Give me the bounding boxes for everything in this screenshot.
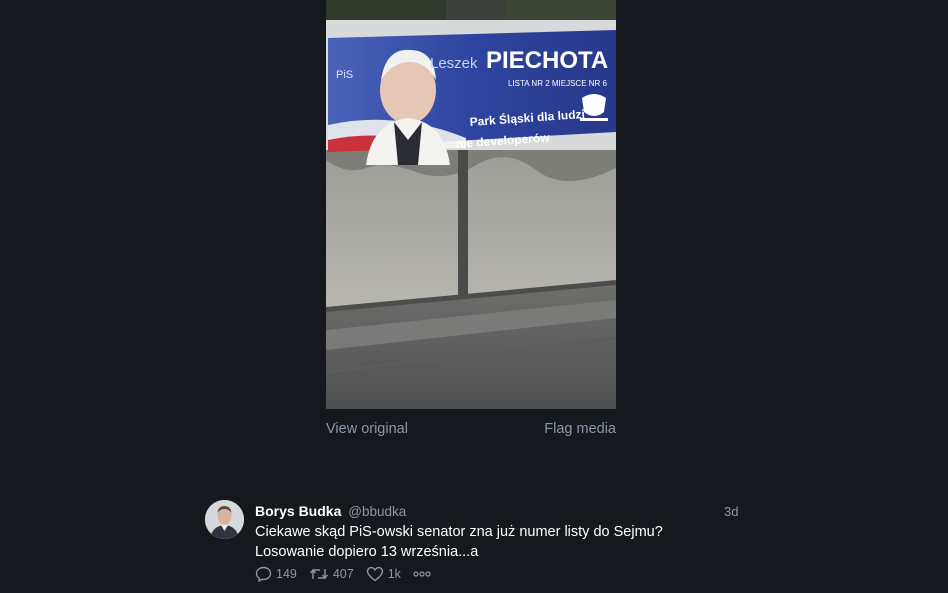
avatar[interactable]: [205, 500, 244, 539]
like-count: 1k: [387, 567, 401, 581]
tweet-timestamp[interactable]: 3d: [724, 504, 738, 519]
user-handle[interactable]: @bbudka: [348, 504, 406, 519]
reply-icon: [255, 566, 272, 582]
media-actions: View original Flag media: [326, 421, 616, 441]
tweet-header: Borys Budka @bbudka: [255, 503, 406, 519]
reply-button[interactable]: 149: [255, 566, 297, 582]
tweet-text-line-1: Ciekawe skąd PiS-owski senator zna już n…: [255, 524, 663, 540]
tweet-photo[interactable]: PiS Leszek PIECHOTA LISTA NR 2 MIEJSCE N…: [326, 0, 616, 409]
tweet-text-line-2: Losowanie dopiero 13 września...a: [255, 544, 479, 560]
view-original-link[interactable]: View original: [326, 421, 408, 437]
retweet-button[interactable]: 407: [309, 566, 354, 582]
campaign-billboard-photo: PiS Leszek PIECHOTA LISTA NR 2 MIEJSCE N…: [326, 0, 616, 409]
reply-count: 149: [276, 567, 297, 581]
more-dots-icon: [413, 571, 431, 577]
retweet-icon: [309, 569, 328, 579]
more-button[interactable]: [413, 570, 431, 578]
tweet-actions: 149 407 1k: [255, 564, 431, 584]
display-name[interactable]: Borys Budka: [255, 503, 341, 519]
billboard-list-line: LISTA NR 2 MIEJSCE NR 6: [508, 79, 608, 88]
billboard-party-text: PiS: [336, 69, 353, 81]
tweet-text: Ciekawe skąd PiS-owski senator zna już n…: [255, 522, 735, 562]
like-button[interactable]: 1k: [366, 566, 401, 582]
billboard-first-name: Leszek: [430, 55, 478, 72]
retweet-count: 407: [332, 567, 354, 581]
billboard-last-name: PIECHOTA: [486, 47, 608, 74]
tweet[interactable]: Borys Budka @bbudka 3d Ciekawe skąd PiS-…: [205, 500, 750, 593]
heart-icon: [366, 566, 383, 582]
flag-media-link[interactable]: Flag media: [544, 421, 616, 437]
user-avatar-icon: [205, 500, 244, 539]
